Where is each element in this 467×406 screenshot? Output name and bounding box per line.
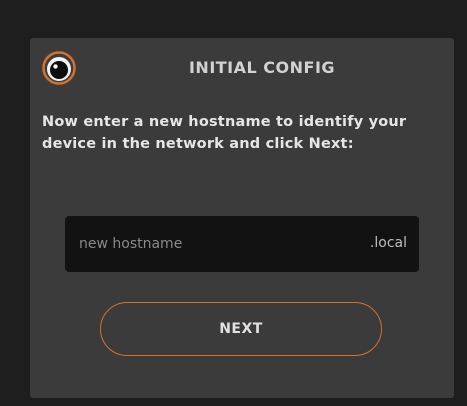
eye-logo-icon: [42, 51, 76, 85]
dialog-header: INITIAL CONFIG: [30, 38, 454, 100]
hostname-field: .local: [65, 216, 419, 272]
hostname-input[interactable]: [79, 216, 329, 272]
next-button[interactable]: NEXT: [100, 302, 382, 356]
hostname-suffix: .local: [369, 235, 407, 251]
instruction-text: Now enter a new hostname to identify you…: [42, 114, 407, 152]
dialog-title: INITIAL CONFIG: [188, 58, 336, 77]
config-dialog: INITIAL CONFIG Now enter a new hostname …: [30, 38, 454, 398]
